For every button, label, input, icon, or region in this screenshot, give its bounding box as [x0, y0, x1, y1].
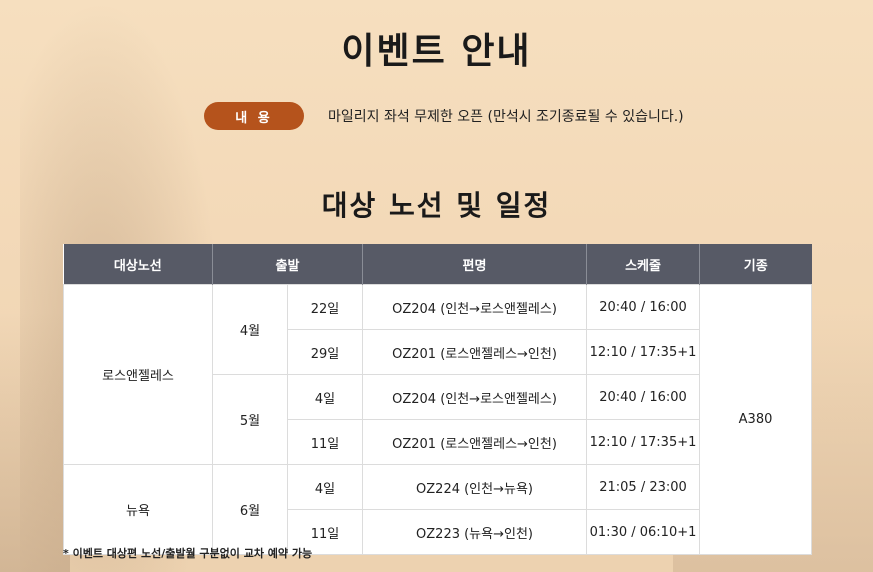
flight-cell: OZ223 (뉴욕→인천) — [362, 509, 588, 555]
table-row: 로스앤젤레스 4월 22일 OZ204 (인천→로스앤젤레스) 20:40 / … — [63, 284, 813, 555]
flight-cell: OZ201 (로스앤젤레스→인천) — [362, 329, 588, 375]
flight-cell: OZ224 (인천→뉴욕) — [362, 464, 588, 510]
header-departure: 출발 — [211, 244, 363, 285]
event-info-row: 내 용 마일리지 좌석 무제한 오픈 (만석시 조기종료될 수 있습니다.) — [204, 102, 684, 130]
flight-cell: OZ204 (인천→로스앤젤레스) — [362, 374, 588, 420]
section-title: 대상 노선 및 일정 — [321, 189, 552, 222]
day-cell: 22일 — [286, 284, 364, 330]
day-cell: 11일 — [286, 419, 364, 465]
day-cell: 29일 — [286, 329, 364, 375]
month-cell: 6월 — [212, 464, 288, 555]
footnote: * 이벤트 대상편 노선/출발월 구분없이 교차 예약 가능 — [63, 547, 313, 560]
day-cell: 4일 — [286, 374, 364, 420]
route-cell: 로스앤젤레스 — [63, 284, 213, 465]
aircraft-cell: A380 — [699, 284, 813, 555]
schedule-cell: 20:40 / 16:00 — [586, 284, 701, 330]
header-flight: 편명 — [362, 244, 587, 285]
header-schedule: 스케줄 — [586, 244, 700, 285]
page-title: 이벤트 안내 — [341, 31, 532, 72]
flight-cell: OZ204 (인천→로스앤젤레스) — [362, 284, 588, 330]
schedule-cell: 12:10 / 17:35+1 — [586, 329, 701, 375]
table-header-row: 대상노선 출발 편명 스케줄 기종 — [63, 244, 812, 285]
route-cell: 뉴욕 — [63, 464, 213, 555]
day-cell: 4일 — [286, 464, 364, 510]
schedule-cell: 01:30 / 06:10+1 — [586, 509, 701, 555]
header-aircraft: 기종 — [699, 244, 812, 285]
flight-cell: OZ201 (로스앤젤레스→인천) — [362, 419, 588, 465]
city-skyline-left-background — [0, 312, 70, 572]
schedule-table: 대상노선 출발 편명 스케줄 기종 로스앤젤레스 4월 22일 OZ204 (인… — [63, 244, 813, 555]
content-label-badge: 내 용 — [204, 102, 304, 130]
schedule-cell: 20:40 / 16:00 — [586, 374, 701, 420]
month-cell: 5월 — [212, 374, 288, 465]
schedule-cell: 12:10 / 17:35+1 — [586, 419, 701, 465]
month-cell: 4월 — [212, 284, 288, 375]
schedule-cell: 21:05 / 23:00 — [586, 464, 701, 510]
header-route: 대상노선 — [63, 244, 213, 285]
content-description: 마일리지 좌석 무제한 오픈 (만석시 조기종료될 수 있습니다.) — [328, 109, 684, 125]
table-row: 뉴욕 6월 4일 OZ224 (인천→뉴욕) 21:05 / 23:00 — [63, 464, 812, 555]
